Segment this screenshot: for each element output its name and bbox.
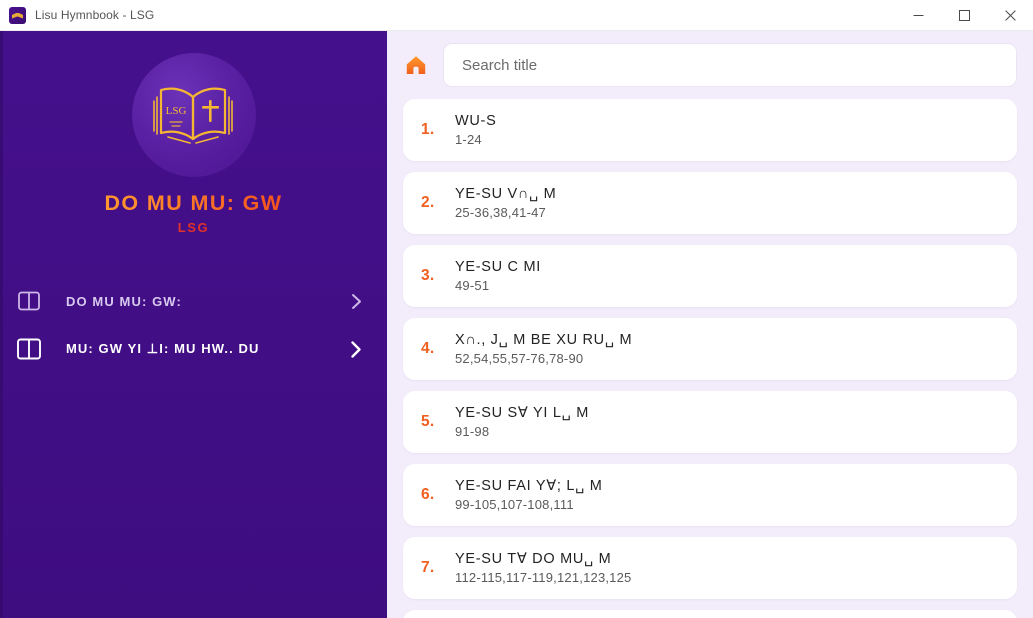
list-item-body: WU-S 1-24 bbox=[455, 113, 496, 147]
sidebar-item-label: DO MU MU: GW: bbox=[66, 293, 182, 309]
list-item-body: YE-SU S∀ YI L␣ M 91-98 bbox=[455, 405, 589, 439]
minimize-button[interactable] bbox=[895, 0, 941, 31]
list-item-body: YE-SU C MI 49-51 bbox=[455, 259, 541, 293]
hymn-section-list: 1. WU-S 1-24 2. YE-SU V∩␣ M 25-36,38,41-… bbox=[387, 99, 1033, 618]
list-item-title: WU-S bbox=[455, 113, 497, 129]
list-item-partial[interactable] bbox=[403, 610, 1017, 618]
brand-subtitle: LSG bbox=[177, 220, 210, 235]
chevron-right-icon bbox=[347, 292, 365, 310]
list-item-number: 1. bbox=[421, 121, 435, 138]
list-item-title: YE-SU FAI Y∀; L␣ M bbox=[455, 478, 603, 494]
sidebar-item-do-mu-mu-gw[interactable]: DO MU MU: GW: bbox=[0, 277, 387, 325]
open-book-cross-logo: LSG bbox=[152, 87, 233, 144]
list-item[interactable]: 4. X∩., J␣ M BE XU RU␣ M 52,54,55,57-76,… bbox=[403, 318, 1017, 380]
list-item[interactable]: 5. YE-SU S∀ YI L␣ M 91-98 bbox=[403, 391, 1017, 453]
list-item-range: 112-115,117-119,121,123,125 bbox=[455, 570, 632, 585]
sidebar-item-mu-gw-yi-li-mu-hw-du[interactable]: MU: GW YI ⊥I: MU HW.. DU bbox=[0, 325, 387, 373]
list-item-range: 99-105,107-108,111 bbox=[455, 497, 574, 512]
list-item-title: YE-SU V∩␣ M bbox=[455, 186, 557, 202]
list-item[interactable]: 2. YE-SU V∩␣ M 25-36,38,41-47 bbox=[403, 172, 1017, 234]
list-item-range: 25-36,38,41-47 bbox=[455, 205, 546, 220]
sidebar-item-label: MU: GW YI ⊥I: MU HW.. DU bbox=[66, 341, 260, 356]
list-item-body: YE-SU FAI Y∀; L␣ M 99-105,107-108,111 bbox=[455, 478, 603, 512]
list-item-number: 6. bbox=[421, 486, 435, 503]
app-logo: LSG bbox=[131, 53, 256, 177]
chevron-right-icon bbox=[347, 340, 365, 358]
list-item-title: YE-SU S∀ YI L␣ M bbox=[455, 405, 590, 421]
list-item-body: X∩., J␣ M BE XU RU␣ M 52,54,55,57-76,78-… bbox=[455, 332, 632, 366]
list-item-body: YE-SU V∩␣ M 25-36,38,41-47 bbox=[455, 186, 556, 220]
list-item[interactable]: 7. YE-SU T∀ DO MU␣ M 112-115,117-119,121… bbox=[403, 537, 1017, 599]
list-item-title: YE-SU T∀ DO MU␣ M bbox=[455, 551, 612, 567]
window-title: Lisu Hymnbook - LSG bbox=[35, 8, 155, 22]
window-controls bbox=[895, 0, 1033, 31]
search-input[interactable] bbox=[443, 43, 1017, 87]
search-row bbox=[387, 31, 1033, 87]
list-item-number: 4. bbox=[421, 340, 435, 357]
book-icon bbox=[14, 286, 44, 316]
list-item-title: X∩., J␣ M BE XU RU␣ M bbox=[455, 332, 633, 348]
list-item-range: 52,54,55,57-76,78-90 bbox=[455, 351, 584, 366]
brand-title: DO MU MU: GW bbox=[0, 191, 387, 216]
list-item-number: 2. bbox=[421, 194, 435, 211]
list-item-range: 49-51 bbox=[455, 278, 490, 293]
list-item-number: 5. bbox=[421, 413, 435, 430]
title-bar: Lisu Hymnbook - LSG bbox=[0, 0, 1033, 31]
sidebar-nav: DO MU MU: GW: MU: GW YI ⊥I: MU HW.. DU bbox=[0, 277, 387, 373]
title-bar-left: Lisu Hymnbook - LSG bbox=[0, 6, 155, 24]
app-window: Lisu Hymnbook - LSG LSG DO MU MU: GW LSG… bbox=[0, 0, 1033, 618]
book-icon bbox=[14, 334, 44, 364]
home-icon[interactable] bbox=[403, 52, 429, 78]
list-item-body: YE-SU T∀ DO MU␣ M 112-115,117-119,121,12… bbox=[455, 551, 631, 585]
maximize-button[interactable] bbox=[941, 0, 987, 31]
close-button[interactable] bbox=[987, 0, 1033, 31]
list-item-title: YE-SU C MI bbox=[455, 259, 541, 275]
list-item-range: 91-98 bbox=[455, 424, 490, 439]
list-item[interactable]: 3. YE-SU C MI 49-51 bbox=[403, 245, 1017, 307]
list-item[interactable]: 1. WU-S 1-24 bbox=[403, 99, 1017, 161]
list-item[interactable]: 6. YE-SU FAI Y∀; L␣ M 99-105,107-108,111 bbox=[403, 464, 1017, 526]
sidebar: LSG DO MU MU: GW LSG DO MU MU: GW: MU: G… bbox=[0, 31, 387, 618]
list-item-number: 3. bbox=[421, 267, 435, 284]
main-panel: 1. WU-S 1-24 2. YE-SU V∩␣ M 25-36,38,41-… bbox=[387, 31, 1033, 618]
logo-book-text: LSG bbox=[165, 105, 186, 117]
list-item-number: 7. bbox=[421, 559, 435, 576]
hymnbook-app-icon bbox=[9, 6, 26, 24]
list-item-range: 1-24 bbox=[455, 132, 482, 147]
